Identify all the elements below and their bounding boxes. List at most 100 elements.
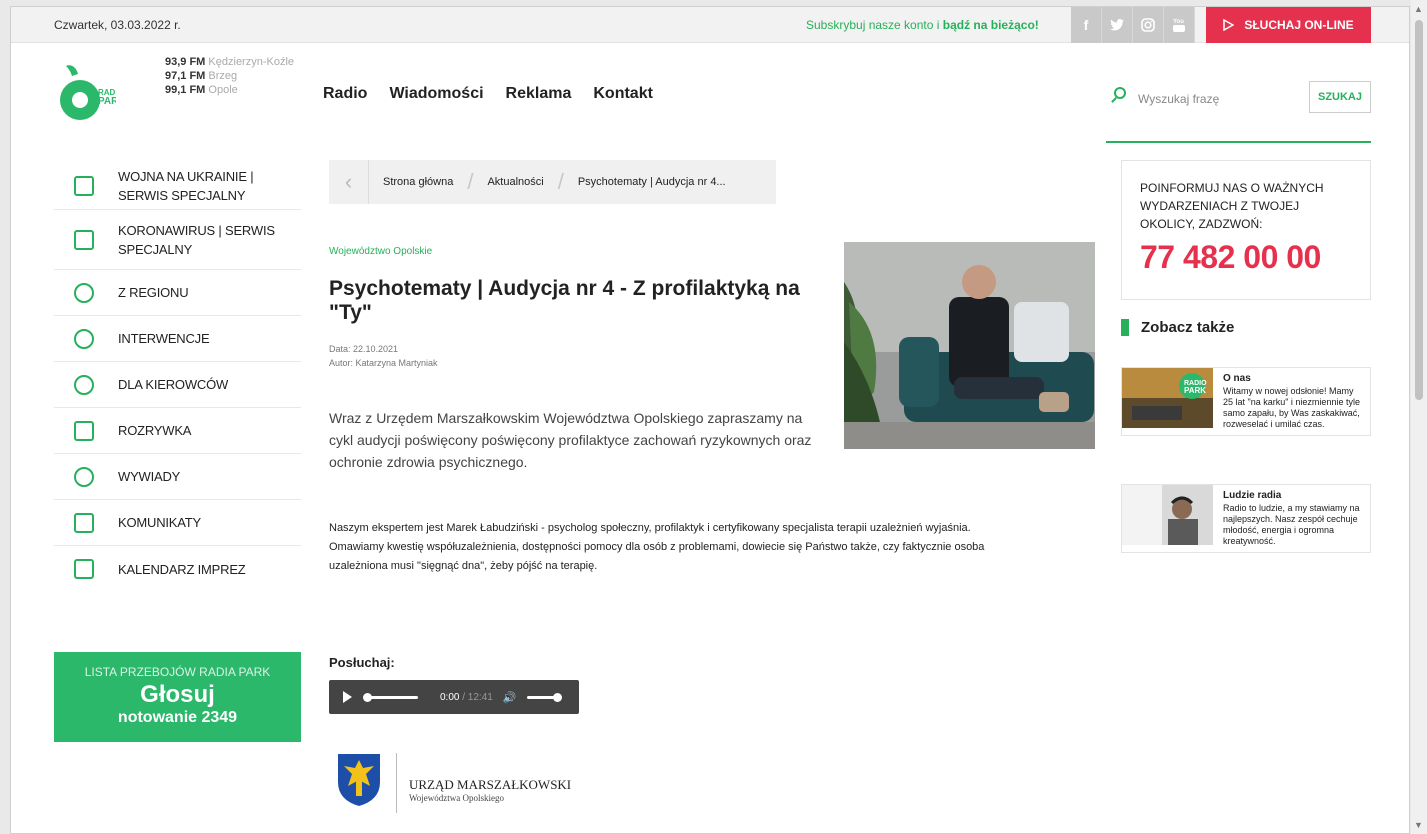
volume-icon[interactable]: 🔊: [503, 691, 517, 704]
breadcrumb-home[interactable]: Strona główna: [369, 176, 467, 188]
player-time: 0:00 / 12:41: [440, 691, 493, 703]
sidebar-item-kalendarz[interactable]: KALENDARZ IMPREZ: [54, 546, 301, 592]
card-info: O nas Witamy w nowej odsłonie! Mamy 25 l…: [1213, 368, 1370, 435]
related-card[interactable]: Ludzie radia Radio to ludzie, a my stawi…: [1121, 484, 1371, 553]
youtube-icon[interactable]: You: [1164, 7, 1195, 43]
search-bar: Wyszukaj frazę SZUKAJ: [1106, 81, 1371, 113]
sidebar-item-label: WYWIADY: [118, 469, 181, 484]
frequency-item: 99,1 FM Opole: [165, 84, 238, 96]
nav-kontakt[interactable]: Kontakt: [593, 85, 653, 103]
vote-edition: notowanie 2349: [117, 709, 238, 726]
audio-player: 0:00 / 12:41 🔊: [329, 680, 579, 714]
listen-heading: Posłuchaj:: [329, 655, 395, 670]
sidebar-item-label: INTERWENCJE: [118, 331, 210, 346]
card-thumbnail: RADIO PARK: [1122, 368, 1213, 428]
twitter-icon[interactable]: [1102, 7, 1133, 43]
sidebar-item-label: KALENDARZ IMPREZ: [118, 561, 246, 577]
subscribe-promo[interactable]: Subskrybuj nasze konto i bądź na bieżąco…: [806, 18, 1039, 32]
current-date: Czwartek, 03.03.2022 r.: [54, 18, 181, 32]
sidebar-item-dla-kierowcow[interactable]: DLA KIEROWCÓW: [54, 362, 301, 408]
instagram-icon[interactable]: [1133, 7, 1164, 43]
svg-text:PARK: PARK: [1184, 386, 1206, 395]
card-title: Ludzie radia: [1223, 490, 1282, 501]
search-underline: [1106, 141, 1371, 143]
play-outline-icon: [1223, 19, 1235, 31]
article-author: Autor: Katarzyna Martyniak: [329, 358, 438, 368]
breadcrumb-news[interactable]: Aktualności: [473, 176, 557, 188]
sidebar: WOJNA NA UKRAINIE | SERWIS SPECJALNY KOR…: [54, 162, 301, 592]
sidebar-item-rozrywka[interactable]: ROZRYWKA: [54, 408, 301, 454]
scrollbar[interactable]: ▲ ▼: [1411, 0, 1427, 834]
sidebar-item-interwencje[interactable]: INTERWENCJE: [54, 316, 301, 362]
sidebar-item-label: ROZRYWKA: [118, 423, 192, 438]
seek-slider[interactable]: [363, 692, 418, 702]
sidebar-item-komunikaty[interactable]: KOMUNIKATY: [54, 500, 301, 546]
article-title: Psychotematy | Audycja nr 4 - Z profilak…: [329, 277, 800, 324]
card-thumbnail: [1122, 485, 1213, 545]
svg-text:PARK: PARK: [98, 96, 116, 107]
nav-wiadomosci[interactable]: Wiadomości: [389, 85, 483, 103]
promo-text: Subskrybuj nasze konto i: [806, 18, 943, 32]
sidebar-item-wywiady[interactable]: WYWIADY: [54, 454, 301, 500]
frequency-item: 97,1 FM Brzeg: [165, 70, 238, 82]
vote-title: Głosuj: [140, 681, 215, 708]
card-description: Witamy w nowej odsłonie! Mamy 25 lat "na…: [1223, 386, 1360, 429]
search-input[interactable]: Wyszukaj frazę: [1138, 92, 1219, 106]
article-region[interactable]: Województwo Opolskie: [329, 246, 432, 257]
article-body: Naszym ekspertem jest Marek Łabudziński …: [329, 522, 985, 572]
scroll-down-icon[interactable]: ▼: [1414, 820, 1423, 830]
card-title: O nas: [1223, 373, 1251, 384]
sidebar-item-z-regionu[interactable]: Z REGIONU: [54, 270, 301, 316]
people-icon: [74, 328, 94, 349]
top-bar: Czwartek, 03.03.2022 r. Subskrybuj nasze…: [11, 7, 1409, 43]
radio-park-logo[interactable]: RADIO PARK: [56, 62, 126, 124]
card-description: Radio to ludzie, a my stawiamy na najlep…: [1223, 503, 1360, 546]
main-nav: Radio Wiadomości Reklama Kontakt: [323, 85, 653, 103]
browser-page: Czwartek, 03.03.2022 r. Subskrybuj nasze…: [10, 6, 1410, 834]
scrollbar-thumb[interactable]: [1415, 20, 1423, 400]
sidebar-item-koronawirus[interactable]: KORONAWIRUS | SERWIS SPECJALNY: [54, 210, 301, 270]
sidebar-item-label: KORONAWIRUS | SERWIS SPECJALNY: [118, 222, 275, 257]
article-meta: Data: 22.10.2021 Autor: Katarzyna Martyn…: [329, 342, 438, 370]
article-date: Data: 22.10.2021: [329, 344, 399, 354]
promo-bold: bądź na bieżąco!: [942, 18, 1039, 32]
sponsor-line2: Województwa Opolskiego: [409, 793, 505, 803]
breadcrumb: ‹ Strona główna / Aktualności / Psychote…: [329, 160, 776, 204]
volume-slider[interactable]: [526, 692, 562, 702]
article-photo: [844, 242, 1095, 449]
vote-caption: LISTA PRZEBOJÓW RADIA PARK: [84, 665, 271, 679]
breadcrumb-current: Psychotematy | Audycja nr 4...: [577, 176, 726, 188]
facebook-icon[interactable]: f: [1071, 7, 1102, 43]
frequency-list: 93,9 FM Kędzierzyn-Koźle 97,1 FM Brzeg 9…: [161, 55, 294, 97]
search-icon: [1114, 87, 1126, 99]
seek-handle[interactable]: [363, 692, 372, 702]
chevron-left-icon[interactable]: ‹: [329, 160, 369, 204]
tip-box: POINFORMUJ NAS O WAŻNYCH WYDARZENIACH Z …: [1121, 160, 1371, 300]
frequency-item: 93,9 FM Kędzierzyn-Koźle: [165, 56, 295, 68]
vote-banner[interactable]: LISTA PRZEBOJÓW RADIA PARK Głosuj notowa…: [54, 652, 301, 742]
listen-label-bold: SŁUCHAJ: [1244, 18, 1301, 32]
nav-reklama[interactable]: Reklama: [506, 85, 572, 103]
building-icon: [74, 175, 94, 196]
tip-phone[interactable]: 77 482 00 00: [1140, 239, 1352, 276]
nav-radio[interactable]: Radio: [323, 85, 367, 103]
search-button[interactable]: SZUKAJ: [1309, 81, 1371, 113]
calendar-icon: [74, 559, 94, 579]
social-links: f You: [1071, 7, 1195, 43]
listen-label-rest: ON-LINE: [1301, 18, 1354, 32]
volume-handle[interactable]: [552, 692, 562, 702]
card-info: Ludzie radia Radio to ludzie, a my stawi…: [1213, 485, 1370, 552]
tip-text: POINFORMUJ NAS O WAŻNYCH WYDARZENIACH Z …: [1140, 181, 1324, 231]
sidebar-item-label: DLA KIEROWCÓW: [118, 377, 229, 392]
play-button[interactable]: [343, 691, 352, 703]
scroll-up-icon[interactable]: ▲: [1414, 4, 1423, 14]
sidebar-item-wojna[interactable]: WOJNA NA UKRAINIE | SERWIS SPECJALNY: [54, 162, 301, 210]
sponsor-name: URZĄD MARSZAŁKOWSKI Województwa Opolskie…: [396, 753, 571, 813]
sign-icon: [74, 420, 94, 441]
car-icon: [74, 374, 94, 395]
building-icon: [74, 229, 94, 250]
listen-online-button[interactable]: SŁUCHAJ ON-LINE: [1206, 7, 1371, 43]
related-card[interactable]: RADIO PARK O nas Witamy w nowej odsłonie…: [1121, 367, 1371, 436]
chat-icon: [74, 282, 94, 303]
sidebar-item-label: WOJNA NA UKRAINIE | SERWIS SPECJALNY: [118, 168, 254, 203]
